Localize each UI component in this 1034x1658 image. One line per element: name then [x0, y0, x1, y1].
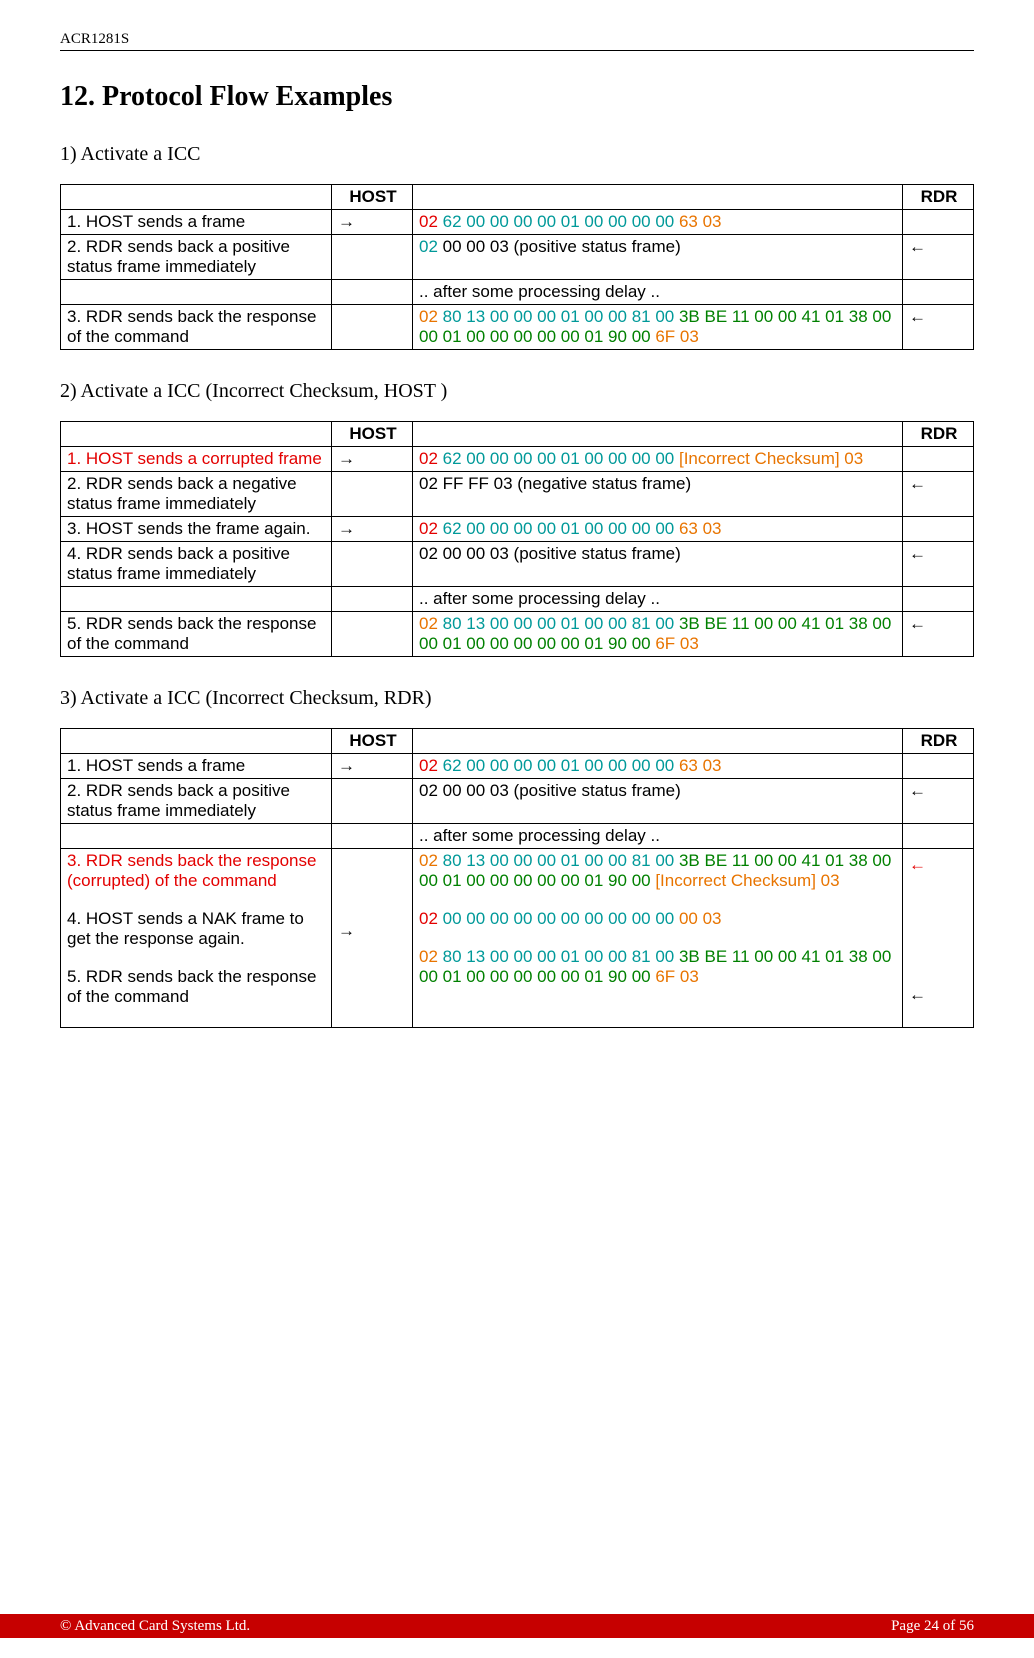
row-description: 4. RDR sends back a positive status fram…: [61, 542, 332, 587]
host-arrow: →: [332, 447, 413, 472]
table-row: 3. RDR sends back the response (corrupte…: [61, 849, 974, 1028]
rdr-arrow: [903, 280, 974, 305]
rdr-arrow: ←: [903, 779, 974, 824]
rdr-arrow: ←: [903, 542, 974, 587]
rdr-arrow: [903, 517, 974, 542]
host-arrow: [332, 280, 413, 305]
row-description: 2. RDR sends back a positive status fram…: [61, 235, 332, 280]
col-rdr: RDR: [903, 729, 974, 754]
table-row: .. after some processing delay ..: [61, 587, 974, 612]
table-row: 3. RDR sends back the response of the co…: [61, 305, 974, 350]
subsection-1-title: 1) Activate a ICC: [60, 143, 974, 166]
page-header-id: ACR1281S: [60, 31, 129, 47]
row-data: 02 00 00 03 (positive status frame): [413, 779, 903, 824]
table-row: 4. RDR sends back a positive status fram…: [61, 542, 974, 587]
host-arrow: [332, 587, 413, 612]
row-data: 02 62 00 00 00 00 01 00 00 00 00 63 03: [413, 754, 903, 779]
footer-page-number: Page 24 of 56: [891, 1618, 974, 1635]
table-row: 1. HOST sends a corrupted frame→02 62 00…: [61, 447, 974, 472]
table-row: 1. HOST sends a frame→02 62 00 00 00 00 …: [61, 210, 974, 235]
table-row: 2. RDR sends back a negative status fram…: [61, 472, 974, 517]
row-description: 1. HOST sends a frame: [61, 210, 332, 235]
row-data: 02 62 00 00 00 00 01 00 00 00 00 63 03: [413, 210, 903, 235]
row-data: 02 62 00 00 00 00 01 00 00 00 00 [Incorr…: [413, 447, 903, 472]
table-1: HOST RDR 1. HOST sends a frame→02 62 00 …: [60, 184, 974, 350]
table-2: HOST RDR 1. HOST sends a corrupted frame…: [60, 421, 974, 657]
rdr-arrow: ←←: [903, 849, 974, 1028]
subsection-2-title: 2) Activate a ICC (Incorrect Checksum, H…: [60, 380, 974, 403]
host-arrow: [332, 612, 413, 657]
col-host: HOST: [332, 185, 413, 210]
rdr-arrow: ←: [903, 305, 974, 350]
table-row: .. after some processing delay ..: [61, 280, 974, 305]
footer-copyright: © Advanced Card Systems Ltd.: [60, 1618, 250, 1635]
row-data: .. after some processing delay ..: [413, 280, 903, 305]
page-footer: © Advanced Card Systems Ltd. Page 24 of …: [0, 1614, 1034, 1638]
rdr-arrow: ←: [903, 472, 974, 517]
section-title: 12. Protocol Flow Examples: [60, 81, 974, 113]
host-arrow: [332, 472, 413, 517]
row-data: 02 00 00 03 (positive status frame): [413, 542, 903, 587]
table-3: HOST RDR 1. HOST sends a frame→02 62 00 …: [60, 728, 974, 1028]
table-row: 5. RDR sends back the response of the co…: [61, 612, 974, 657]
subsection-3-title: 3) Activate a ICC (Incorrect Checksum, R…: [60, 687, 974, 710]
row-description: [61, 587, 332, 612]
row-data: .. after some processing delay ..: [413, 587, 903, 612]
row-description: [61, 824, 332, 849]
row-data: 02 00 00 03 (positive status frame): [413, 235, 903, 280]
row-data: 02 80 13 00 00 00 01 00 00 81 00 3B BE 1…: [413, 612, 903, 657]
col-host: HOST: [332, 729, 413, 754]
row-description: [61, 280, 332, 305]
rdr-arrow: ←: [903, 235, 974, 280]
row-description: 5. RDR sends back the response of the co…: [61, 612, 332, 657]
row-description: 3. RDR sends back the response of the co…: [61, 305, 332, 350]
host-arrow: [332, 305, 413, 350]
row-data: 02 80 13 00 00 00 01 00 00 81 00 3B BE 1…: [413, 849, 903, 1028]
row-data: .. after some processing delay ..: [413, 824, 903, 849]
row-description: 1. HOST sends a frame: [61, 754, 332, 779]
rdr-arrow: [903, 824, 974, 849]
rdr-arrow: [903, 754, 974, 779]
table-row: 2. RDR sends back a positive status fram…: [61, 235, 974, 280]
host-arrow: [332, 542, 413, 587]
rdr-arrow: [903, 587, 974, 612]
row-description: 3. HOST sends the frame again.: [61, 517, 332, 542]
col-rdr: RDR: [903, 422, 974, 447]
host-arrow: →: [332, 517, 413, 542]
row-data: 02 62 00 00 00 00 01 00 00 00 00 63 03: [413, 517, 903, 542]
table-row: .. after some processing delay ..: [61, 824, 974, 849]
row-description: 1. HOST sends a corrupted frame: [61, 447, 332, 472]
host-arrow: →: [332, 210, 413, 235]
row-data: 02 80 13 00 00 00 01 00 00 81 00 3B BE 1…: [413, 305, 903, 350]
table-row: 3. HOST sends the frame again.→02 62 00 …: [61, 517, 974, 542]
table-row: 2. RDR sends back a positive status fram…: [61, 779, 974, 824]
row-description: 2. RDR sends back a positive status fram…: [61, 779, 332, 824]
rdr-arrow: ←: [903, 612, 974, 657]
row-description: 2. RDR sends back a negative status fram…: [61, 472, 332, 517]
col-rdr: RDR: [903, 185, 974, 210]
rdr-arrow: [903, 447, 974, 472]
col-host: HOST: [332, 422, 413, 447]
host-arrow: [332, 235, 413, 280]
rdr-arrow: [903, 210, 974, 235]
host-arrow: →: [332, 754, 413, 779]
host-arrow: [332, 779, 413, 824]
host-arrow: [332, 824, 413, 849]
host-arrow: →: [332, 849, 413, 1028]
table-row: 1. HOST sends a frame→02 62 00 00 00 00 …: [61, 754, 974, 779]
row-data: 02 FF FF 03 (negative status frame): [413, 472, 903, 517]
row-description: 3. RDR sends back the response (corrupte…: [61, 849, 332, 1028]
